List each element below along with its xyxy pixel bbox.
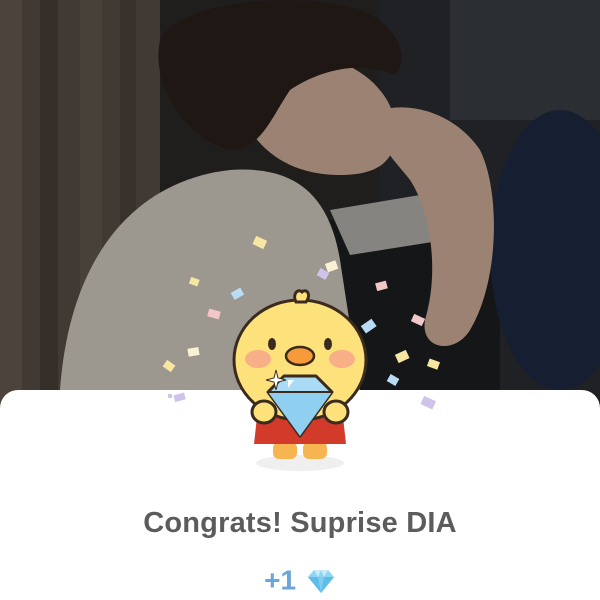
congrats-title: Congrats! Suprise DIA (143, 507, 457, 539)
reward-amount: +1 (264, 564, 297, 596)
reward-popup-screen: Congrats! Suprise DIA +1 (0, 0, 600, 600)
diamond-icon (307, 569, 334, 593)
chick-mascot-illustration (162, 235, 441, 471)
reward-amount-row: +1 (0, 563, 600, 597)
